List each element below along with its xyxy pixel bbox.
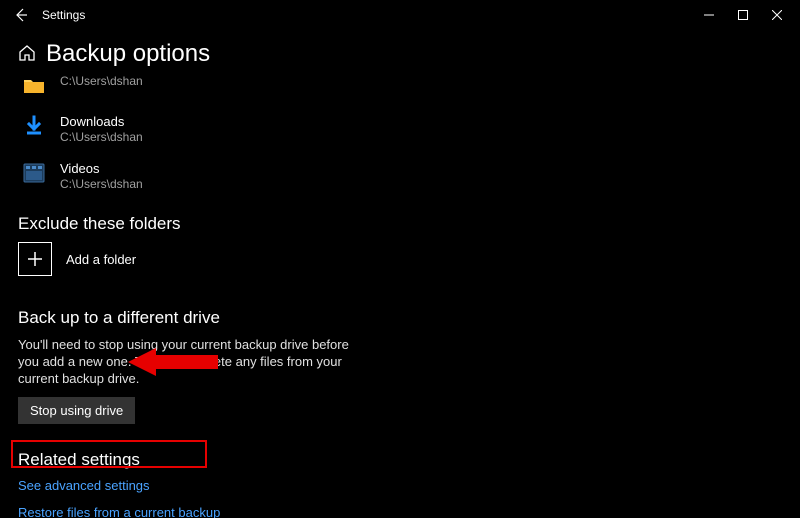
close-icon (772, 10, 782, 20)
close-button[interactable] (760, 0, 794, 30)
folder-path: C:\Users\dshan (60, 74, 143, 89)
diffdrive-desc: You'll need to stop using your current b… (18, 336, 358, 387)
add-folder-label: Add a folder (66, 252, 136, 267)
folder-name: Downloads (60, 114, 143, 130)
arrow-left-icon (14, 8, 28, 22)
folder-path: C:\Users\dshan (60, 130, 143, 145)
minimize-icon (704, 10, 714, 20)
maximize-icon (738, 10, 748, 20)
diffdrive-heading: Back up to a different drive (18, 308, 782, 328)
videos-icon (22, 161, 46, 185)
page-title: Backup options (46, 40, 210, 68)
folder-icon (22, 74, 46, 98)
see-advanced-settings-link[interactable]: See advanced settings (18, 478, 150, 493)
download-icon (22, 114, 46, 138)
folder-name: Videos (60, 161, 143, 177)
app-title: Settings (42, 8, 85, 22)
plus-icon (27, 251, 43, 267)
folder-path: C:\Users\dshan (60, 177, 143, 192)
maximize-button[interactable] (726, 0, 760, 30)
related-heading: Related settings (18, 450, 782, 470)
restore-files-link[interactable]: Restore files from a current backup (18, 505, 220, 518)
titlebar: Settings (0, 0, 800, 30)
stop-using-drive-button[interactable]: Stop using drive (18, 397, 135, 424)
add-folder-button[interactable]: Add a folder (18, 242, 782, 276)
folder-item[interactable]: C:\Users\dshan (22, 74, 782, 98)
folder-item[interactable]: Videos C:\Users\dshan (22, 161, 782, 192)
minimize-button[interactable] (692, 0, 726, 30)
folder-item[interactable]: Downloads C:\Users\dshan (22, 114, 782, 145)
exclude-heading: Exclude these folders (18, 214, 782, 234)
back-button[interactable] (6, 0, 36, 30)
home-icon[interactable] (18, 44, 36, 65)
